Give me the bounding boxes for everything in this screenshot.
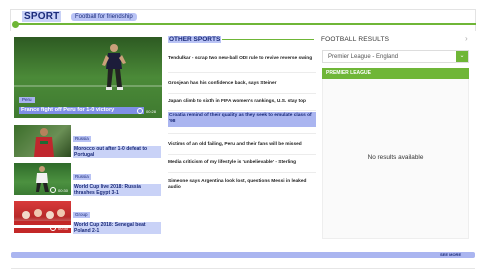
story-item[interactable]: 00:30 Russia World Cup live 2018: Russia… [14,163,162,197]
story-category[interactable]: Russia [73,174,91,180]
featured-caption: Peru France fight off Peru for 1-0 victo… [19,88,144,114]
featured-title[interactable]: France fight off Peru for 1-0 victory [19,107,144,114]
sport-widget: SPORT Football for friendship Peru Franc… [0,0,487,275]
story-title[interactable]: Morocco out after 1-0 defeat to Portugal [73,146,161,159]
other-sports-item[interactable]: Croatia remind of their quality as they … [168,112,316,127]
item-divider [168,154,316,155]
no-results-message: No results available [367,154,424,161]
featured-duration: 00:28 [146,109,157,114]
camera-icon [50,225,56,231]
story-duration: 00:30 [58,226,69,231]
story-text: Group World Cup 2018: Senegal beat Polan… [73,203,161,235]
story-duration: 00:30 [58,188,69,193]
story-title[interactable]: World Cup 2018: Senegal beat Poland 2-1 [73,222,161,235]
other-sports-divider [222,39,314,40]
league-header-label: PREMIER LEAGUE [326,70,372,76]
camera-icon [137,108,143,114]
footer-divider [11,268,475,269]
story-category[interactable]: Russia [73,136,91,142]
story-text: Russia World Cup live 2018: Russia thras… [73,165,161,197]
chevron-down-icon[interactable]: ⌄ [456,51,468,62]
item-divider [168,93,316,94]
pitch-line [14,85,162,87]
chevron-right-icon[interactable]: › [465,34,468,43]
item-divider [168,172,316,173]
story-title[interactable]: World Cup live 2018: Russia thrashes Egy… [73,184,161,197]
item-divider [168,133,316,134]
football-results-heading[interactable]: FOOTBALL RESULTS [321,36,389,43]
other-sports-item[interactable]: Media criticism of my lifestyle is 'unbe… [168,160,316,166]
camera-icon [50,187,56,193]
other-sports-item[interactable]: Grosjean has his confidence back, says S… [168,81,316,87]
other-sports-item[interactable]: Tendulkar - scrap two new-ball ODI rule … [168,56,316,62]
header-divider [16,23,476,25]
footer-bar [11,252,475,258]
item-divider [168,110,316,111]
story-item[interactable]: Russia Morocco out after 1-0 defeat to P… [14,125,162,159]
other-sports-heading[interactable]: OTHER SPORTS [168,36,222,43]
featured-story[interactable]: Peru France fight off Peru for 1-0 victo… [14,37,162,118]
league-header: PREMIER LEAGUE [322,68,469,79]
see-more-link[interactable]: SEE MORE [440,252,461,258]
other-sports-item[interactable]: Victims of an old failing, Peru and thei… [168,142,316,148]
section-title[interactable]: SPORT [22,11,62,22]
story-text: Russia Morocco out after 1-0 defeat to P… [73,127,161,159]
section-tag[interactable]: Football for friendship [71,13,137,21]
header-dot-icon [12,21,19,28]
other-sports-item[interactable]: Japan climb to sixth in FIFA women's ran… [168,99,316,105]
league-select[interactable]: Premier League - England ⌄ [322,50,469,63]
story-category[interactable]: Group [73,212,90,218]
story-thumbnail [14,125,71,157]
other-sports-item[interactable]: Simeone says Argentina look lost, questi… [168,179,316,192]
story-item[interactable]: 00:30 Group World Cup 2018: Senegal beat… [14,201,162,235]
featured-category[interactable]: Peru [19,97,35,103]
league-select-value: Premier League - England [328,54,399,60]
item-divider [168,72,316,73]
player-icon [34,128,54,157]
